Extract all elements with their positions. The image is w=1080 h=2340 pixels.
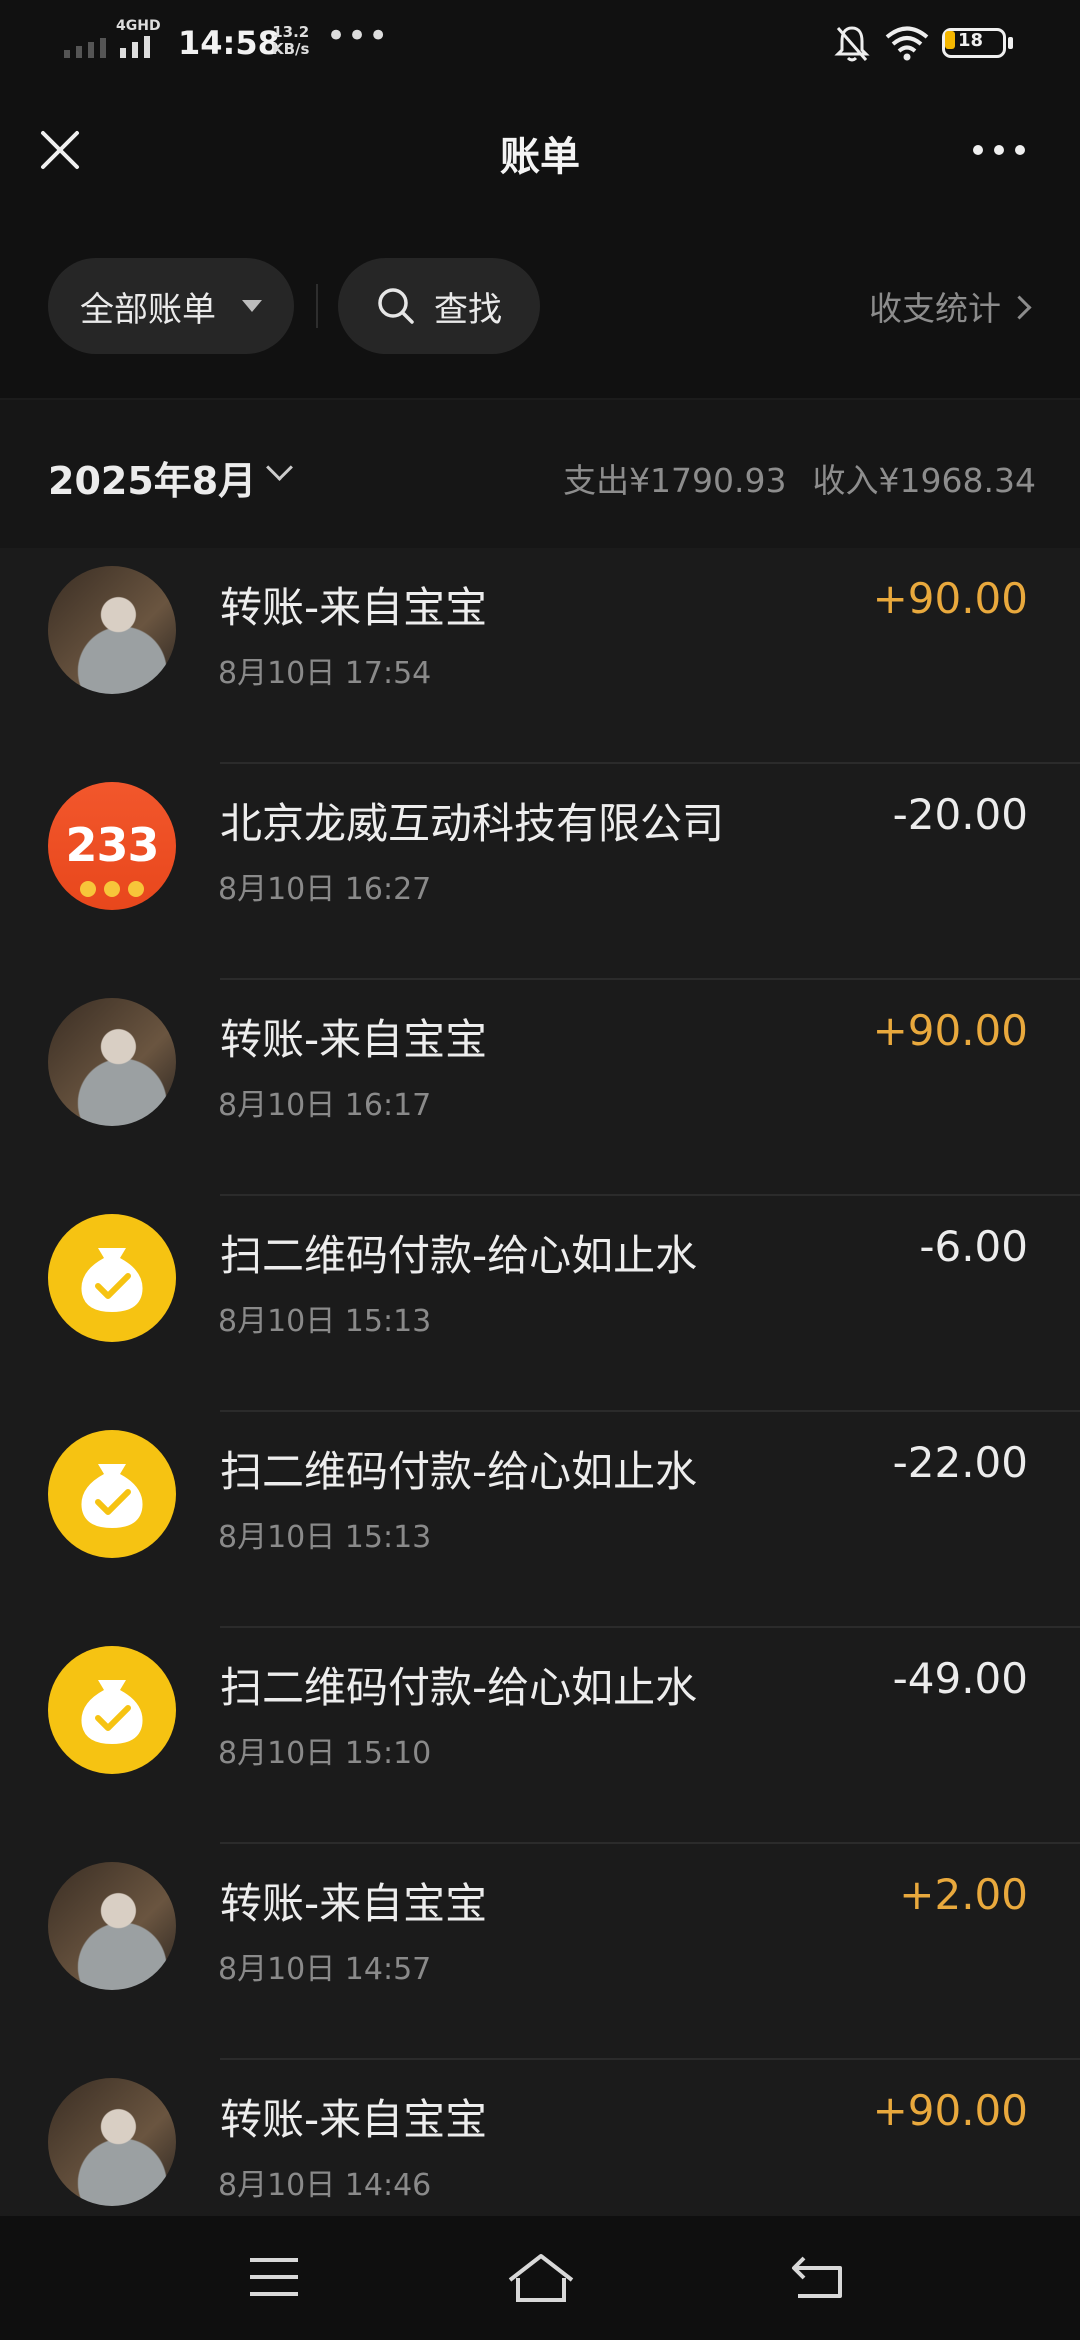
transaction-row[interactable]: 转账-来自宝宝 8月10日 17:54 +90.00 [0, 548, 1080, 764]
transaction-time: 8月10日 15:10 [218, 1736, 432, 1771]
month-header: 2025年8月 支出¥1790.93 收入¥1968.34 [0, 400, 1080, 548]
transaction-row[interactable]: 扫二维码付款-给心如止水 8月10日 15:13 -22.00 [0, 1412, 1080, 1628]
transaction-title: 转账-来自宝宝 [220, 1879, 488, 1928]
transaction-time: 8月10日 16:27 [218, 872, 432, 907]
contact-avatar [48, 2078, 176, 2206]
network-type: 4GHD [116, 18, 161, 34]
battery-fill [945, 31, 955, 49]
month-income: 收入¥1968.34 [812, 461, 1036, 500]
all-bills-label: 全部账单 [80, 290, 216, 330]
transaction-amount: -6.00 [919, 1222, 1028, 1271]
month-selector[interactable]: 2025年8月 [48, 450, 256, 505]
month-expense: 支出¥1790.93 [563, 461, 787, 500]
transaction-row[interactable]: 转账-来自宝宝 8月10日 14:46 +90.00 [0, 2060, 1080, 2216]
search-label: 查找 [434, 290, 502, 330]
clock: 14:58 [178, 24, 280, 62]
caret-down-icon [242, 300, 262, 312]
transaction-title: 扫二维码付款-给心如止水 [220, 1231, 698, 1280]
chevron-down-icon[interactable] [266, 454, 293, 481]
menu-icon[interactable] [248, 2252, 300, 2302]
merchant-logo-text: 233 [65, 818, 159, 872]
transaction-amount: +90.00 [872, 2086, 1028, 2135]
transaction-row[interactable]: 233 北京龙威互动科技有限公司 8月10日 16:27 -20.00 [0, 764, 1080, 980]
page-title: 账单 [500, 134, 580, 180]
search-button[interactable]: 查找 [338, 258, 540, 354]
merchant-233-avatar: 233 [48, 782, 176, 910]
coins-icon [80, 881, 144, 897]
money-bag-icon [48, 1214, 176, 1342]
battery-icon: 18 [942, 28, 1016, 60]
transaction-time: 8月10日 15:13 [218, 1520, 432, 1555]
chevron-right-icon [1007, 295, 1032, 320]
transaction-time: 8月10日 17:54 [218, 656, 432, 691]
transaction-amount: -22.00 [892, 1438, 1028, 1487]
network-speed: 13.2 KB/s [272, 23, 310, 58]
transaction-amount: -20.00 [892, 790, 1028, 839]
transaction-row[interactable]: 转账-来自宝宝 8月10日 14:57 +2.00 [0, 1844, 1080, 2060]
bell-off-icon [834, 26, 870, 62]
transaction-title: 北京龙威互动科技有限公司 [220, 799, 725, 848]
signal-icon [64, 36, 150, 58]
home-icon[interactable] [506, 2250, 576, 2306]
battery-cap [1008, 37, 1013, 49]
contact-avatar [48, 566, 176, 694]
transaction-row[interactable]: 扫二维码付款-给心如止水 8月10日 15:10 -49.00 [0, 1628, 1080, 1844]
filter-divider [316, 284, 318, 328]
all-bills-filter[interactable]: 全部账单 [48, 258, 294, 354]
contact-avatar [48, 1862, 176, 1990]
battery-level: 18 [958, 30, 984, 51]
transaction-amount: -49.00 [892, 1654, 1028, 1703]
search-icon [378, 288, 414, 324]
system-nav-bar [0, 2216, 1080, 2340]
status-bar: 4GHD 14:58 13.2 KB/s ••• 18 [0, 0, 1080, 90]
transaction-title: 扫二维码付款-给心如止水 [220, 1663, 698, 1712]
status-more-icon: ••• [326, 16, 390, 56]
transaction-amount: +2.00 [899, 1870, 1028, 1919]
more-icon[interactable] [970, 130, 1028, 170]
money-bag-icon [48, 1430, 176, 1558]
transaction-list[interactable]: 转账-来自宝宝 8月10日 17:54 +90.00 233 北京龙威互动科技有… [0, 548, 1080, 2216]
stats-label: 收支统计 [869, 289, 1001, 328]
transaction-amount: +90.00 [872, 574, 1028, 623]
wifi-icon [885, 26, 929, 61]
transaction-title: 转账-来自宝宝 [220, 2095, 488, 2144]
income-expense-stats-link[interactable]: 收支统计 [869, 282, 1032, 330]
transaction-title: 扫二维码付款-给心如止水 [220, 1447, 698, 1496]
month-summary: 支出¥1790.93 收入¥1968.34 [537, 454, 1036, 502]
transaction-time: 8月10日 14:46 [218, 2168, 432, 2203]
transaction-time: 8月10日 15:13 [218, 1304, 432, 1339]
money-bag-icon [48, 1646, 176, 1774]
transaction-amount: +90.00 [872, 1006, 1028, 1055]
back-icon[interactable] [790, 2252, 846, 2302]
transaction-row[interactable]: 扫二维码付款-给心如止水 8月10日 15:13 -6.00 [0, 1196, 1080, 1412]
transaction-time: 8月10日 14:57 [218, 1952, 432, 1987]
transaction-title: 转账-来自宝宝 [220, 1015, 488, 1064]
transaction-row[interactable]: 转账-来自宝宝 8月10日 16:17 +90.00 [0, 980, 1080, 1196]
transaction-title: 转账-来自宝宝 [220, 583, 488, 632]
contact-avatar [48, 998, 176, 1126]
transaction-time: 8月10日 16:17 [218, 1088, 432, 1123]
